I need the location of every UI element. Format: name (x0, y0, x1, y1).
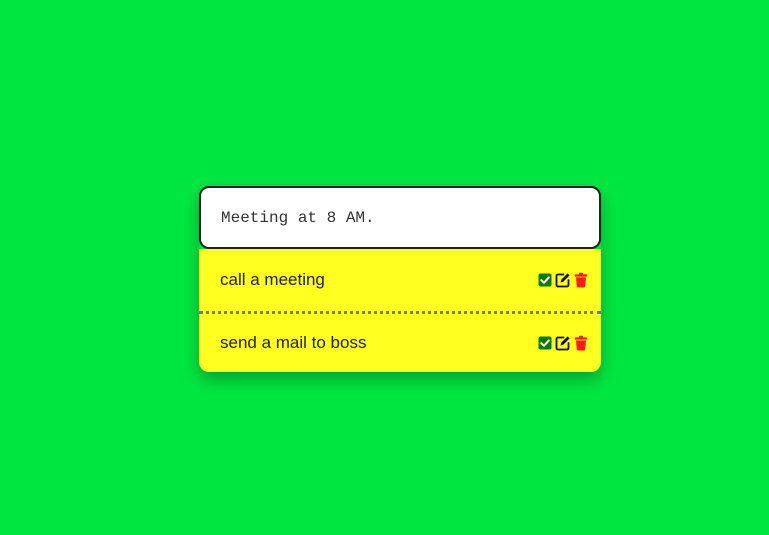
todo-text: call a meeting (220, 270, 325, 289)
trash-icon[interactable] (573, 272, 589, 288)
todo-actions (537, 272, 589, 288)
todo-list: call a meeting send a mail to boss (199, 249, 601, 372)
edit-icon[interactable] (555, 335, 571, 351)
check-square-icon[interactable] (537, 335, 553, 351)
check-square-icon[interactable] (537, 272, 553, 288)
trash-icon[interactable] (573, 335, 589, 351)
todo-actions (537, 335, 589, 351)
todo-text: send a mail to boss (220, 333, 367, 352)
todo-card: call a meeting (199, 186, 601, 372)
edit-icon[interactable] (555, 272, 571, 288)
todo-item: call a meeting (199, 249, 601, 311)
todo-item: send a mail to boss (199, 311, 601, 372)
todo-input[interactable] (199, 186, 601, 249)
